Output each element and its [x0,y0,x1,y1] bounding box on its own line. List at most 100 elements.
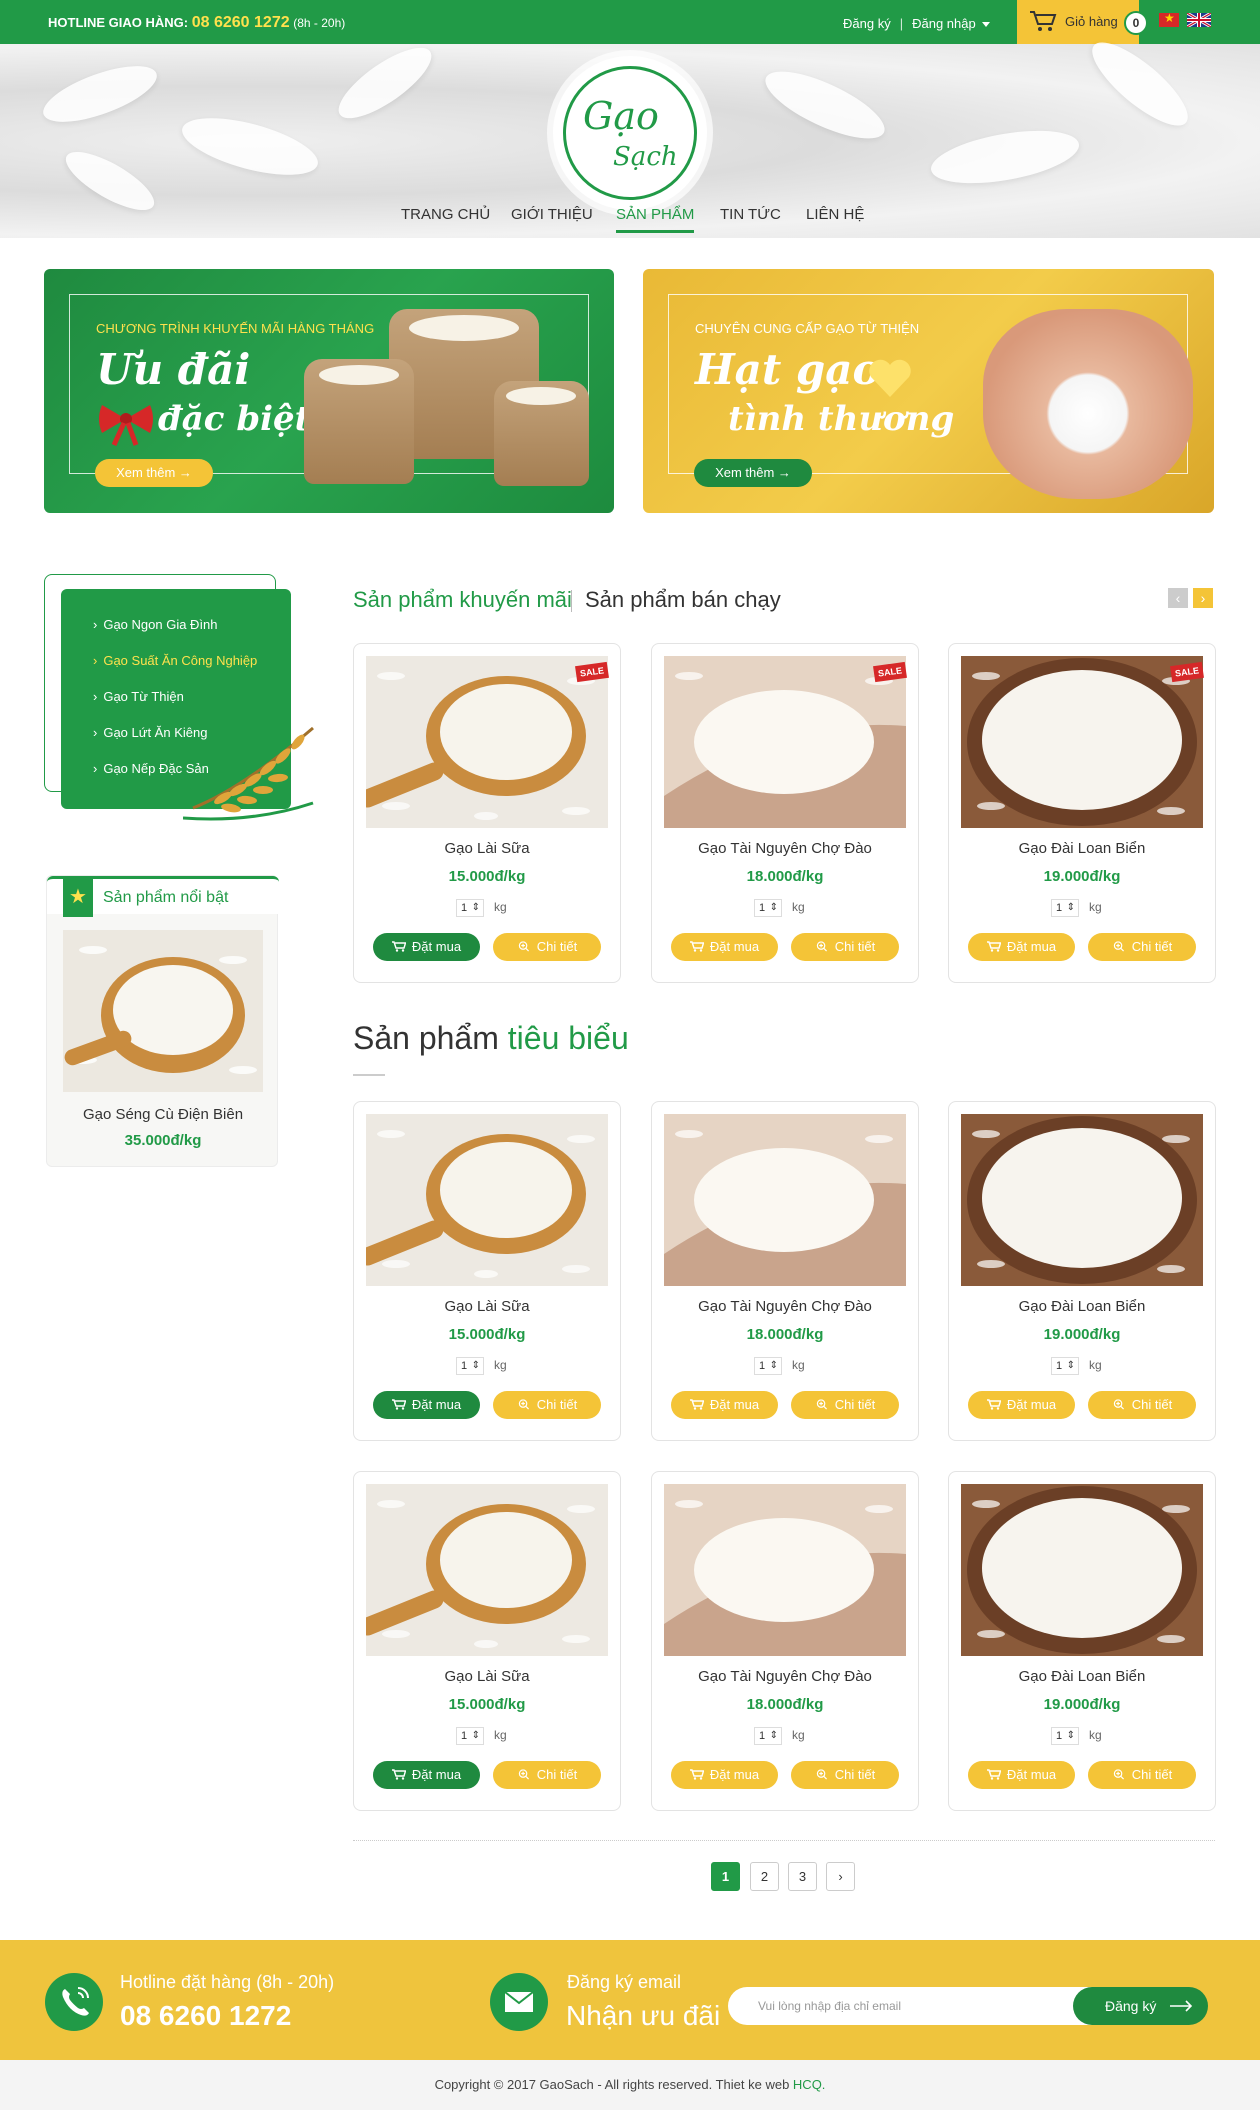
product-name[interactable]: Gạo Lài Sữa [354,1298,620,1315]
detail-label: Chi tiết [536,1767,578,1782]
page-3[interactable]: 3 [788,1862,817,1891]
email-submit-button[interactable]: Đăng ký [1073,1987,1208,2025]
unit-label: kg [1089,1358,1102,1372]
tab-bestseller[interactable]: Sản phẩm bán chạy [585,587,781,613]
page-2[interactable]: 2 [750,1862,779,1891]
unit-label: kg [792,1728,805,1742]
buy-button[interactable]: Đặt mua [968,1761,1075,1789]
nav-contact[interactable]: LIÊN HỆ [806,206,864,223]
buy-button[interactable]: Đặt mua [373,1391,480,1419]
detail-button[interactable]: Chi tiết [791,1391,899,1419]
detail-button[interactable]: Chi tiết [1088,1761,1196,1789]
banner-title-2: tình thương [728,399,955,439]
nav-about[interactable]: GIỚI THIỆU [511,206,593,223]
detail-button[interactable]: Chi tiết [493,933,601,961]
featured-product-image[interactable] [63,930,263,1092]
quantity-stepper[interactable]: 1 [456,899,484,917]
product-card[interactable]: SALEGạo Lài Sữa15.000đ/kg1kgĐặt muaChi t… [353,643,621,983]
category-item[interactable]: Gạo Từ Thiện [93,689,184,704]
detail-button[interactable]: Chi tiết [791,1761,899,1789]
nav-products[interactable]: SẢN PHẨM [616,206,695,233]
footer-hotline-number[interactable]: 08 6260 1272 [120,2000,291,2032]
uk-flag-icon[interactable] [1187,13,1211,27]
prev-arrow-icon[interactable]: ‹ [1168,588,1188,608]
product-card[interactable]: Gạo Tài Nguyên Chợ Đào 18.000đ/kg 1 kg Đặt m… [651,1101,919,1441]
next-arrow-icon[interactable]: › [1193,588,1213,608]
quantity-stepper[interactable]: 1 [456,1727,484,1745]
quantity-stepper[interactable]: 1 [1051,1357,1079,1375]
detail-button[interactable]: Chi tiết [1088,933,1196,961]
quantity-stepper[interactable]: 1 [456,1357,484,1375]
product-name[interactable]: Gạo Tài Nguyên Chợ Đào [652,1668,918,1685]
quantity-stepper[interactable]: 1 [1051,899,1079,917]
cart-button[interactable]: Giỏ hàng 0 [1017,0,1148,44]
login-link[interactable]: Đăng nhập [912,16,976,31]
quantity-stepper[interactable]: 1 [754,899,782,917]
product-name[interactable]: Gạo Đài Loan Biển [949,1668,1215,1685]
detail-button[interactable]: Chi tiết [493,1391,601,1419]
copyright-link[interactable]: HCQ. [793,2077,826,2092]
zoom-icon [518,1769,529,1780]
nav-news[interactable]: TIN TỨC [720,206,781,223]
product-card[interactable]: SALEGạo Đài Loan Biển19.000đ/kg1kgĐặt mu… [948,643,1216,983]
product-card[interactable]: Gạo Đài Loan Biển 19.000đ/kg 1 kg Đặt mua Chi… [948,1471,1216,1811]
mail-icon [490,1973,548,2031]
product-image[interactable] [366,1114,608,1286]
register-link[interactable]: Đăng ký [843,16,891,31]
product-name[interactable]: Gạo Đài Loan Biển [949,840,1215,857]
chevron-down-icon[interactable] [981,22,990,28]
buy-button[interactable]: Đặt mua [968,1391,1075,1419]
logo[interactable]: Gạo Sạch [553,56,707,210]
featured-product-box: ★ Sản phẩm nổi bật Gạo Séng Cù Điện Biên… [46,875,279,1167]
quantity-stepper[interactable]: 1 [1051,1727,1079,1745]
detail-label: Chi tiết [1131,939,1173,954]
product-card[interactable]: Gạo Đài Loan Biển 19.000đ/kg 1 kg Đặt mua Chi… [948,1101,1216,1441]
page-next[interactable]: › [826,1862,855,1891]
charity-banner[interactable]: CHUYÊN CUNG CẤP GẠO TỪ THIỆN Hạt gạo tìn… [643,269,1214,513]
email-field[interactable] [728,1987,1128,2025]
buy-button[interactable]: Đặt mua [671,1761,778,1789]
product-card[interactable]: Gạo Lài Sữa 15.000đ/kg 1 kg Đặt mua Chi tiết [353,1471,621,1811]
buy-button[interactable]: Đặt mua [373,1761,480,1789]
detail-button[interactable]: Chi tiết [1088,1391,1196,1419]
product-name[interactable]: Gạo Lài Sữa [354,840,620,857]
product-name[interactable]: Gạo Tài Nguyên Chợ Đào [652,1298,918,1315]
product-name[interactable]: Gạo Tài Nguyên Chợ Đào [652,840,918,857]
quantity-stepper[interactable]: 1 [754,1357,782,1375]
product-image[interactable] [664,656,906,828]
product-card[interactable]: Gạo Tài Nguyên Chợ Đào 18.000đ/kg 1 kg Đặt m… [651,1471,919,1811]
featured-name[interactable]: Gạo Séng Cù Điện Biên [47,1106,279,1123]
product-image[interactable] [961,1484,1203,1656]
tab-promo[interactable]: Sản phẩm khuyến mãi [353,587,572,613]
nav-home[interactable]: TRANG CHỦ [401,206,490,223]
category-item[interactable]: Gạo Ngon Gia Đình [93,617,217,632]
vietnam-flag-icon[interactable] [1159,11,1179,27]
detail-button[interactable]: Chi tiết [493,1761,601,1789]
featured-price: 35.000đ/kg [124,1132,202,1149]
product-card[interactable]: SALEGạo Tài Nguyên Chợ Đào18.000đ/kg1kgĐ… [651,643,919,983]
page-1[interactable]: 1 [711,1862,740,1891]
buy-button[interactable]: Đặt mua [968,933,1075,961]
product-name[interactable]: Gạo Đài Loan Biển [949,1298,1215,1315]
product-image[interactable] [366,1484,608,1656]
detail-button[interactable]: Chi tiết [791,933,899,961]
buy-button[interactable]: Đặt mua [671,933,778,961]
product-price: 15.000đ/kg [448,1326,526,1343]
product-image[interactable] [961,1114,1203,1286]
quantity-stepper[interactable]: 1 [754,1727,782,1745]
product-image[interactable] [664,1114,906,1286]
hotline-number[interactable]: 08 6260 1272 [192,14,290,31]
banner-title-2: đặc biệt [158,399,311,439]
product-card[interactable]: Gạo Lài Sữa 15.000đ/kg 1 kg Đặt mua Chi tiết [353,1101,621,1441]
product-image[interactable] [961,656,1203,828]
product-image[interactable] [664,1484,906,1656]
category-item[interactable]: Gạo Suất Ăn Công Nghiệp [93,653,257,668]
phone-icon [45,1973,103,2031]
buy-button[interactable]: Đặt mua [671,1391,778,1419]
promo-banner[interactable]: CHƯƠNG TRÌNH KHUYẾN MÃI HÀNG THÁNG Ưu đã… [44,269,614,513]
banner-more-button[interactable]: Xem thêm → [95,459,213,487]
product-image[interactable] [366,656,608,828]
product-name[interactable]: Gạo Lài Sữa [354,1668,620,1685]
buy-button[interactable]: Đặt mua [373,933,480,961]
banner-more-button[interactable]: Xem thêm → [694,459,812,487]
